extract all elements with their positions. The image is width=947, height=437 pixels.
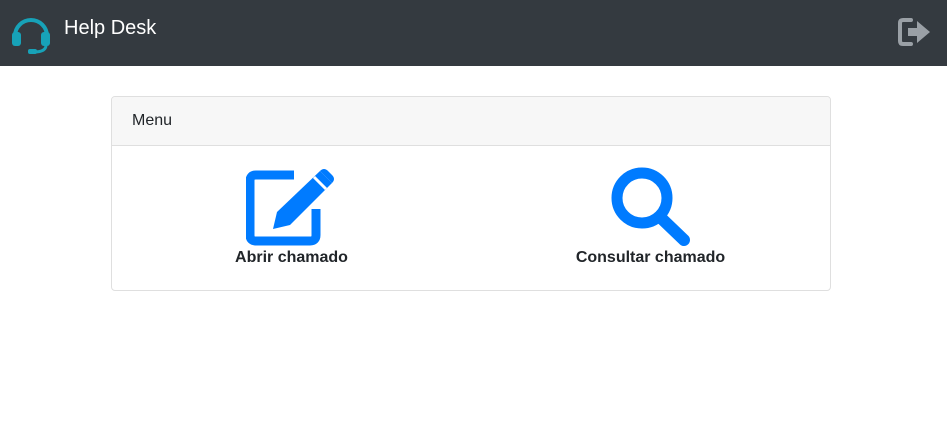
menu-header: Menu	[112, 97, 830, 146]
menu-body: Abrir chamado Consultar chamado	[112, 146, 830, 290]
sign-out-icon[interactable]	[897, 17, 933, 47]
view-ticket-button[interactable]: Consultar chamado	[471, 146, 830, 290]
headset-icon	[10, 12, 52, 54]
top-navbar: Help Desk	[0, 0, 947, 66]
edit-icon	[245, 165, 338, 252]
open-ticket-label: Abrir chamado	[235, 249, 348, 266]
menu-card: Menu Abrir chamado Consultar chamado	[111, 96, 831, 291]
view-ticket-label: Consultar chamado	[575, 249, 726, 266]
search-icon	[609, 165, 693, 252]
app-title: Help Desk	[64, 17, 157, 39]
open-ticket-button[interactable]: Abrir chamado	[112, 146, 471, 290]
